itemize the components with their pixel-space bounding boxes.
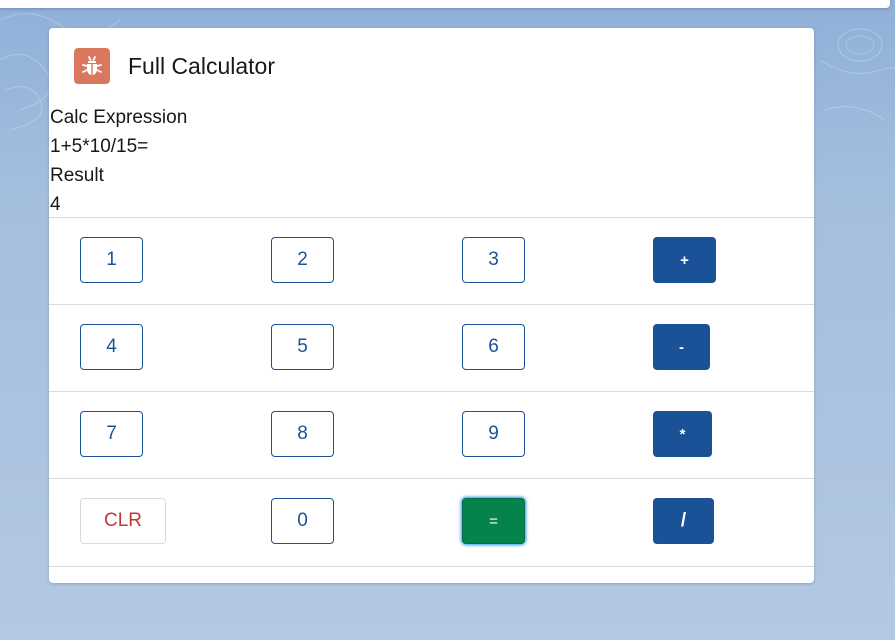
keypad-row: 4 5 6 - <box>49 304 814 392</box>
key-1-button[interactable]: 1 <box>80 237 143 283</box>
result-value: 4 <box>50 194 61 215</box>
key-6-button[interactable]: 6 <box>462 324 525 370</box>
expression-label: Calc Expression <box>50 107 188 128</box>
key-8-button[interactable]: 8 <box>271 411 334 457</box>
key-4-button[interactable]: 4 <box>80 324 143 370</box>
clear-button[interactable]: CLR <box>80 498 166 544</box>
add-button[interactable]: + <box>653 237 716 283</box>
key-2-button[interactable]: 2 <box>271 237 334 283</box>
key-9-button[interactable]: 9 <box>462 411 525 457</box>
key-5-button[interactable]: 5 <box>271 324 334 370</box>
keypad-row: CLR 0 = / <box>49 478 814 567</box>
key-7-button[interactable]: 7 <box>80 411 143 457</box>
divide-button[interactable]: / <box>653 498 714 544</box>
keypad-row: 1 2 3 + <box>49 217 814 305</box>
expression-value: 1+5*10/15= <box>50 136 149 157</box>
subtract-button[interactable]: - <box>653 324 710 370</box>
top-bar <box>0 0 890 8</box>
calculator-card: Full Calculator Calc Expression 1+5*10/1… <box>49 28 814 583</box>
expression-info: Calc Expression 1+5*10/15= Result 4 <box>50 103 187 219</box>
result-label: Result <box>50 165 104 186</box>
multiply-button[interactable]: * <box>653 411 712 457</box>
key-0-button[interactable]: 0 <box>271 498 334 544</box>
keypad-row: 7 8 9 * <box>49 391 814 479</box>
card-title: Full Calculator <box>128 52 275 79</box>
bug-icon <box>74 48 110 84</box>
equals-button[interactable]: = <box>462 498 525 544</box>
card-header: Full Calculator <box>74 48 275 84</box>
key-3-button[interactable]: 3 <box>462 237 525 283</box>
